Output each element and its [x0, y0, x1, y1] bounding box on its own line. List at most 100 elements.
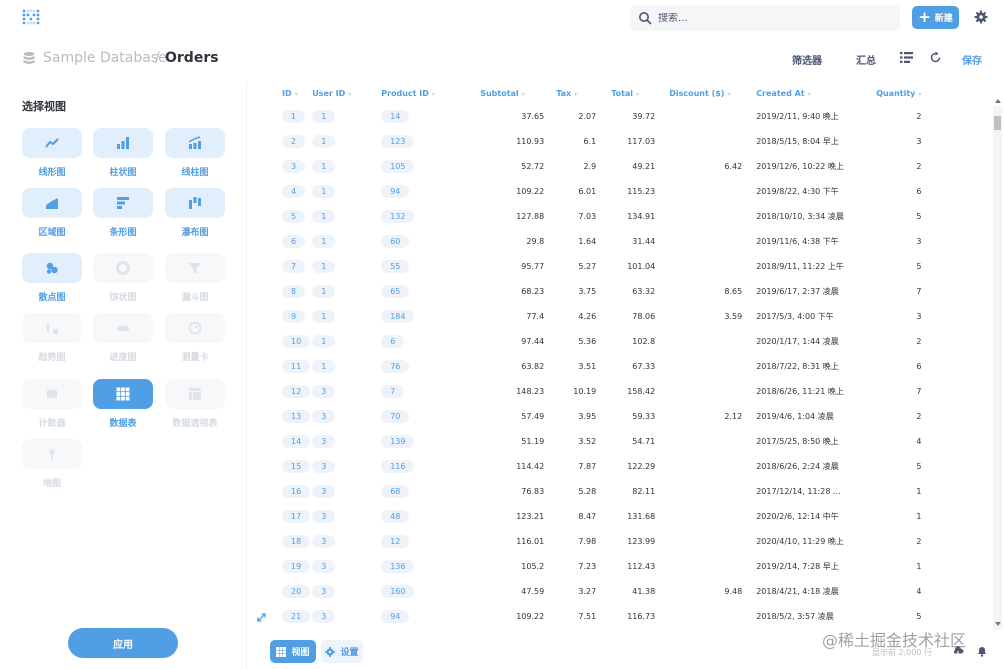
cell-tax[interactable]: 7.98	[544, 529, 596, 554]
new-button[interactable]: + 新建	[912, 6, 959, 29]
cell-id[interactable]: 20	[248, 579, 311, 604]
id-link[interactable]: 7	[282, 260, 306, 273]
cell-quantity[interactable]: 5	[854, 204, 921, 229]
cell-product-id[interactable]: 160	[379, 579, 454, 604]
cell-subtotal[interactable]: 29.8	[454, 229, 544, 254]
cell-id[interactable]: 8	[248, 279, 310, 304]
cell-quantity[interactable]: 5	[854, 454, 921, 479]
user-id-link[interactable]: 3	[312, 435, 336, 448]
user-id-link[interactable]: 1	[312, 235, 336, 248]
id-link[interactable]: 11	[282, 360, 311, 373]
product-id-link[interactable]: 105	[381, 160, 415, 173]
product-id-link[interactable]: 132	[381, 210, 415, 223]
cell-id[interactable]: 2	[248, 129, 310, 154]
cell-quantity[interactable]: 6	[854, 354, 921, 379]
cell-subtotal[interactable]: 109.22	[454, 179, 544, 204]
cell-total[interactable]: 158.42	[596, 379, 655, 404]
save-button[interactable]: 保存	[962, 52, 982, 67]
viz-option-line[interactable]: 线形图	[22, 128, 82, 178]
column-header-id[interactable]: ID ▾	[248, 82, 310, 104]
cell-quantity[interactable]: 3	[854, 304, 921, 329]
viz-option-gauge[interactable]: 测量卡	[165, 313, 225, 363]
cell-quantity[interactable]: 5	[854, 604, 921, 629]
cell-discount[interactable]	[655, 104, 742, 129]
cell-subtotal[interactable]: 47.59	[454, 579, 544, 604]
cell-id[interactable]: 14	[248, 429, 311, 454]
cell-product-id[interactable]: 184	[379, 304, 454, 329]
notebook-icon[interactable]	[900, 51, 913, 64]
cell-created-at[interactable]: 2018/6/26, 11:21 晚上	[742, 379, 854, 404]
user-id-link[interactable]: 1	[312, 110, 336, 123]
column-header-created-at[interactable]: Created At ▾	[742, 82, 854, 104]
id-link[interactable]: 2	[282, 135, 306, 148]
cell-total[interactable]: 131.68	[596, 504, 655, 529]
product-id-link[interactable]: 94	[381, 185, 410, 198]
cell-product-id[interactable]: 70	[379, 404, 454, 429]
cell-discount[interactable]	[655, 329, 742, 354]
cell-tax[interactable]: 7.03	[544, 204, 596, 229]
cell-discount[interactable]	[655, 479, 742, 504]
column-header-subtotal[interactable]: Subtotal ▾	[454, 82, 544, 104]
cell-product-id[interactable]: 123	[379, 129, 454, 154]
cell-id[interactable]: 12	[248, 379, 311, 404]
cell-quantity[interactable]: 1	[854, 479, 921, 504]
user-id-link[interactable]: 1	[312, 185, 336, 198]
cell-tax[interactable]: 7.23	[544, 554, 596, 579]
cell-created-at[interactable]: 2018/10/10, 3:34 凌晨	[742, 204, 854, 229]
id-link[interactable]: 20	[282, 585, 311, 598]
cell-total[interactable]: 134.91	[596, 204, 655, 229]
cell-user-id[interactable]: 1	[310, 179, 379, 204]
cell-subtotal[interactable]: 109.22	[454, 604, 544, 629]
cell-product-id[interactable]: 139	[379, 429, 454, 454]
cell-discount[interactable]	[655, 554, 742, 579]
product-id-link[interactable]: 76	[381, 360, 410, 373]
id-link[interactable]: 5	[282, 210, 306, 223]
cell-product-id[interactable]: 136	[379, 554, 454, 579]
cell-tax[interactable]: 5.36	[544, 329, 596, 354]
cell-tax[interactable]: 2.07	[544, 104, 596, 129]
cell-discount[interactable]	[655, 129, 742, 154]
cell-created-at[interactable]: 2020/1/17, 1:44 凌晨	[742, 329, 854, 354]
refresh-icon[interactable]	[929, 51, 942, 64]
cell-user-id[interactable]: 1	[310, 254, 379, 279]
cell-created-at[interactable]: 2018/5/15, 8:04 早上	[742, 129, 854, 154]
user-id-link[interactable]: 1	[312, 285, 336, 298]
view-button[interactable]: 视图	[270, 640, 316, 663]
cell-user-id[interactable]: 1	[310, 154, 379, 179]
cell-id[interactable]: 6	[248, 229, 310, 254]
cell-discount[interactable]	[655, 454, 742, 479]
cell-tax[interactable]: 3.95	[544, 404, 596, 429]
product-id-link[interactable]: 7	[381, 385, 405, 398]
bell-icon[interactable]	[976, 645, 988, 657]
cell-subtotal[interactable]: 127.88	[454, 204, 544, 229]
cell-id[interactable]: 11	[248, 354, 311, 379]
product-id-link[interactable]: 160	[381, 585, 415, 598]
scroll-up-arrow-icon[interactable]	[995, 99, 1001, 103]
viz-option-map[interactable]: 地图	[22, 439, 82, 489]
cell-product-id[interactable]: 116	[379, 454, 454, 479]
cell-product-id[interactable]: 7	[379, 379, 454, 404]
table-scrollbar[interactable]	[993, 106, 1002, 630]
id-link[interactable]: 19	[282, 560, 311, 573]
cell-created-at[interactable]: 2019/2/11, 9:40 晚上	[742, 104, 854, 129]
cell-tax[interactable]: 6.1	[544, 129, 596, 154]
cell-subtotal[interactable]: 123.21	[454, 504, 544, 529]
cell-user-id[interactable]: 1	[310, 229, 379, 254]
cell-quantity[interactable]: 4	[854, 579, 921, 604]
id-link[interactable]: 9	[282, 310, 306, 323]
cell-user-id[interactable]: 3	[310, 604, 379, 629]
cell-user-id[interactable]: 1	[310, 104, 379, 129]
cell-user-id[interactable]: 3	[310, 479, 379, 504]
cell-discount[interactable]	[655, 429, 742, 454]
product-id-link[interactable]: 123	[381, 135, 415, 148]
user-id-link[interactable]: 1	[312, 260, 336, 273]
user-id-link[interactable]: 1	[312, 360, 336, 373]
cell-total[interactable]: 39.72	[596, 104, 655, 129]
id-link[interactable]: 8	[282, 285, 306, 298]
id-link[interactable]: 13	[282, 410, 311, 423]
viz-option-pie[interactable]: 饼状图	[93, 253, 153, 303]
column-header-quantity[interactable]: Quantity ▾	[854, 82, 921, 104]
id-link[interactable]: 16	[282, 485, 311, 498]
cell-tax[interactable]: 7.51	[544, 604, 596, 629]
column-header-user-id[interactable]: User ID ▾	[310, 82, 379, 104]
